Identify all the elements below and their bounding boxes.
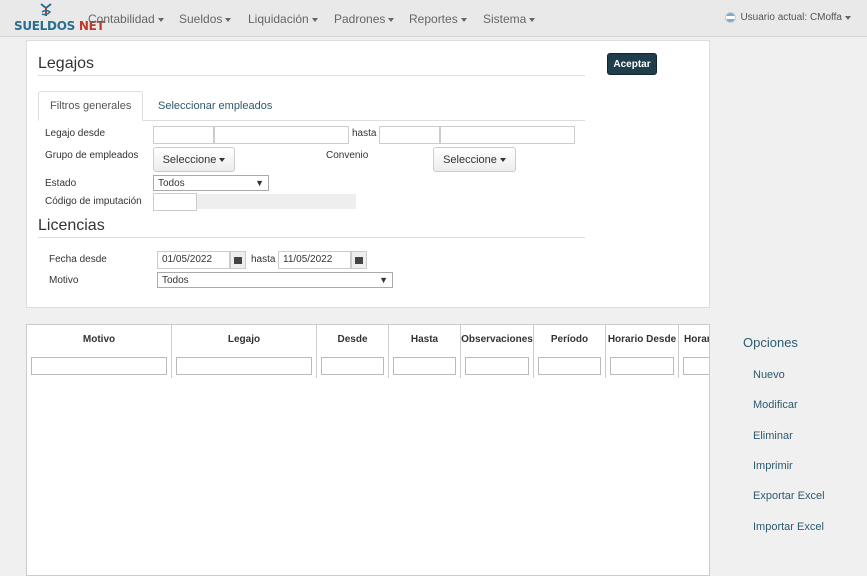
grupo-select-button[interactable]: Seleccione (153, 147, 235, 172)
caret-down-icon (388, 17, 395, 22)
accept-button[interactable]: Aceptar (607, 53, 657, 75)
nav-sistema[interactable]: Sistema (483, 12, 536, 26)
tab-filtros-generales[interactable]: Filtros generales (38, 91, 144, 121)
filter-input-periodo[interactable] (538, 357, 601, 375)
filter-cell (534, 354, 606, 378)
legajo-desde-label: Legajo desde (45, 128, 106, 139)
convenio-label: Convenio (326, 150, 369, 161)
option-eliminar[interactable]: Eliminar (753, 430, 793, 442)
licencias-title: Licencias (38, 217, 105, 234)
filter-input-horario-desde[interactable] (610, 357, 674, 375)
col-header-desde[interactable]: Desde (317, 325, 389, 354)
col-header-motivo[interactable]: Motivo (27, 325, 172, 354)
options-title: Opciones (743, 335, 798, 350)
col-header-horario-desde[interactable]: Horario Desde (606, 325, 679, 354)
fecha-hasta-input[interactable]: 11/05/2022 (278, 251, 351, 269)
nav-reportes[interactable]: Reportes (409, 12, 467, 26)
filter-cell (461, 354, 534, 378)
option-nuevo[interactable]: Nuevo (753, 369, 785, 381)
filter-input-horario[interactable] (683, 357, 709, 375)
nav-contabilidad[interactable]: Contabilidad (88, 12, 164, 26)
estado-select[interactable]: Todos ▼ (153, 175, 269, 191)
codigo-input[interactable] (153, 193, 197, 211)
user-menu[interactable]: Usuario actual: CMoffa (725, 12, 851, 23)
calendar-icon[interactable] (230, 251, 246, 269)
fecha-hasta-label: hasta (251, 254, 276, 265)
filter-input-observaciones[interactable] (465, 357, 529, 375)
filter-panel: Legajos Aceptar Filtros generales Selecc… (26, 40, 710, 308)
col-header-legajo[interactable]: Legajo (172, 325, 317, 354)
grupo-label: Grupo de empleados (45, 150, 139, 161)
legajo-hasta-name-input[interactable] (440, 126, 575, 144)
user-name: CMoffa (809, 12, 842, 24)
filter-cell (172, 354, 317, 378)
licencias-grid: Motivo Legajo Desde Hasta Observaciones … (26, 324, 710, 576)
estado-label: Estado (45, 178, 77, 189)
top-navbar: SUELDOS NET Contabilidad Sueldos Liquida… (0, 0, 867, 37)
filter-cell (27, 354, 172, 378)
col-header-observaciones[interactable]: Observaciones (461, 325, 534, 354)
caret-down-icon (219, 157, 226, 162)
caret-down-icon (157, 17, 164, 22)
legajos-title: Legajos (38, 55, 95, 72)
filter-cell (679, 354, 709, 378)
filter-input-hasta[interactable] (393, 357, 456, 375)
flag-icon (725, 12, 737, 23)
chevron-down-icon: ▼ (379, 275, 388, 285)
divider (38, 237, 585, 238)
fecha-desde-label: Fecha desde (49, 254, 107, 265)
caret-down-icon (845, 15, 851, 20)
caret-down-icon (311, 17, 318, 22)
tab-seleccionar-empleados[interactable]: Seleccionar empleados (147, 91, 283, 121)
filter-cell (606, 354, 679, 378)
col-header-hasta[interactable]: Hasta (389, 325, 461, 354)
logo-mark-icon (40, 3, 52, 16)
caret-down-icon (460, 17, 467, 22)
option-exportar-excel[interactable]: Exportar Excel (753, 490, 825, 502)
codigo-description (197, 194, 356, 209)
app-logo[interactable]: SUELDOS NET (14, 2, 105, 35)
calendar-icon[interactable] (351, 251, 367, 269)
codigo-label: Código de imputación (45, 196, 142, 207)
caret-down-icon (529, 17, 536, 22)
filter-input-motivo[interactable] (31, 357, 167, 375)
option-imprimir[interactable]: Imprimir (753, 460, 793, 472)
filter-cell (317, 354, 389, 378)
nav-sueldos[interactable]: Sueldos (179, 12, 232, 26)
option-modificar[interactable]: Modificar (753, 399, 798, 411)
nav-padrones[interactable]: Padrones (334, 12, 395, 26)
filter-input-desde[interactable] (321, 357, 384, 375)
motivo-select[interactable]: Todos ▼ (157, 272, 393, 288)
caret-down-icon (499, 157, 506, 162)
caret-down-icon (225, 17, 232, 22)
filter-input-legajo[interactable] (176, 357, 312, 375)
option-importar-excel[interactable]: Importar Excel (753, 521, 824, 533)
legajo-desde-name-input[interactable] (214, 126, 349, 144)
chevron-down-icon: ▼ (255, 178, 264, 188)
motivo-label: Motivo (49, 275, 79, 286)
col-header-horario[interactable]: Horario (679, 325, 709, 354)
divider (38, 75, 585, 76)
legajo-hasta-label: hasta (352, 128, 377, 139)
fecha-desde-input[interactable]: 01/05/2022 (157, 251, 230, 269)
col-header-periodo[interactable]: Período (534, 325, 606, 354)
filter-cell (389, 354, 461, 378)
legajo-desde-code-input[interactable] (153, 126, 214, 144)
legajo-hasta-code-input[interactable] (379, 126, 440, 144)
convenio-select-button[interactable]: Seleccione (433, 147, 516, 172)
nav-liquidacion[interactable]: Liquidación (248, 12, 318, 26)
